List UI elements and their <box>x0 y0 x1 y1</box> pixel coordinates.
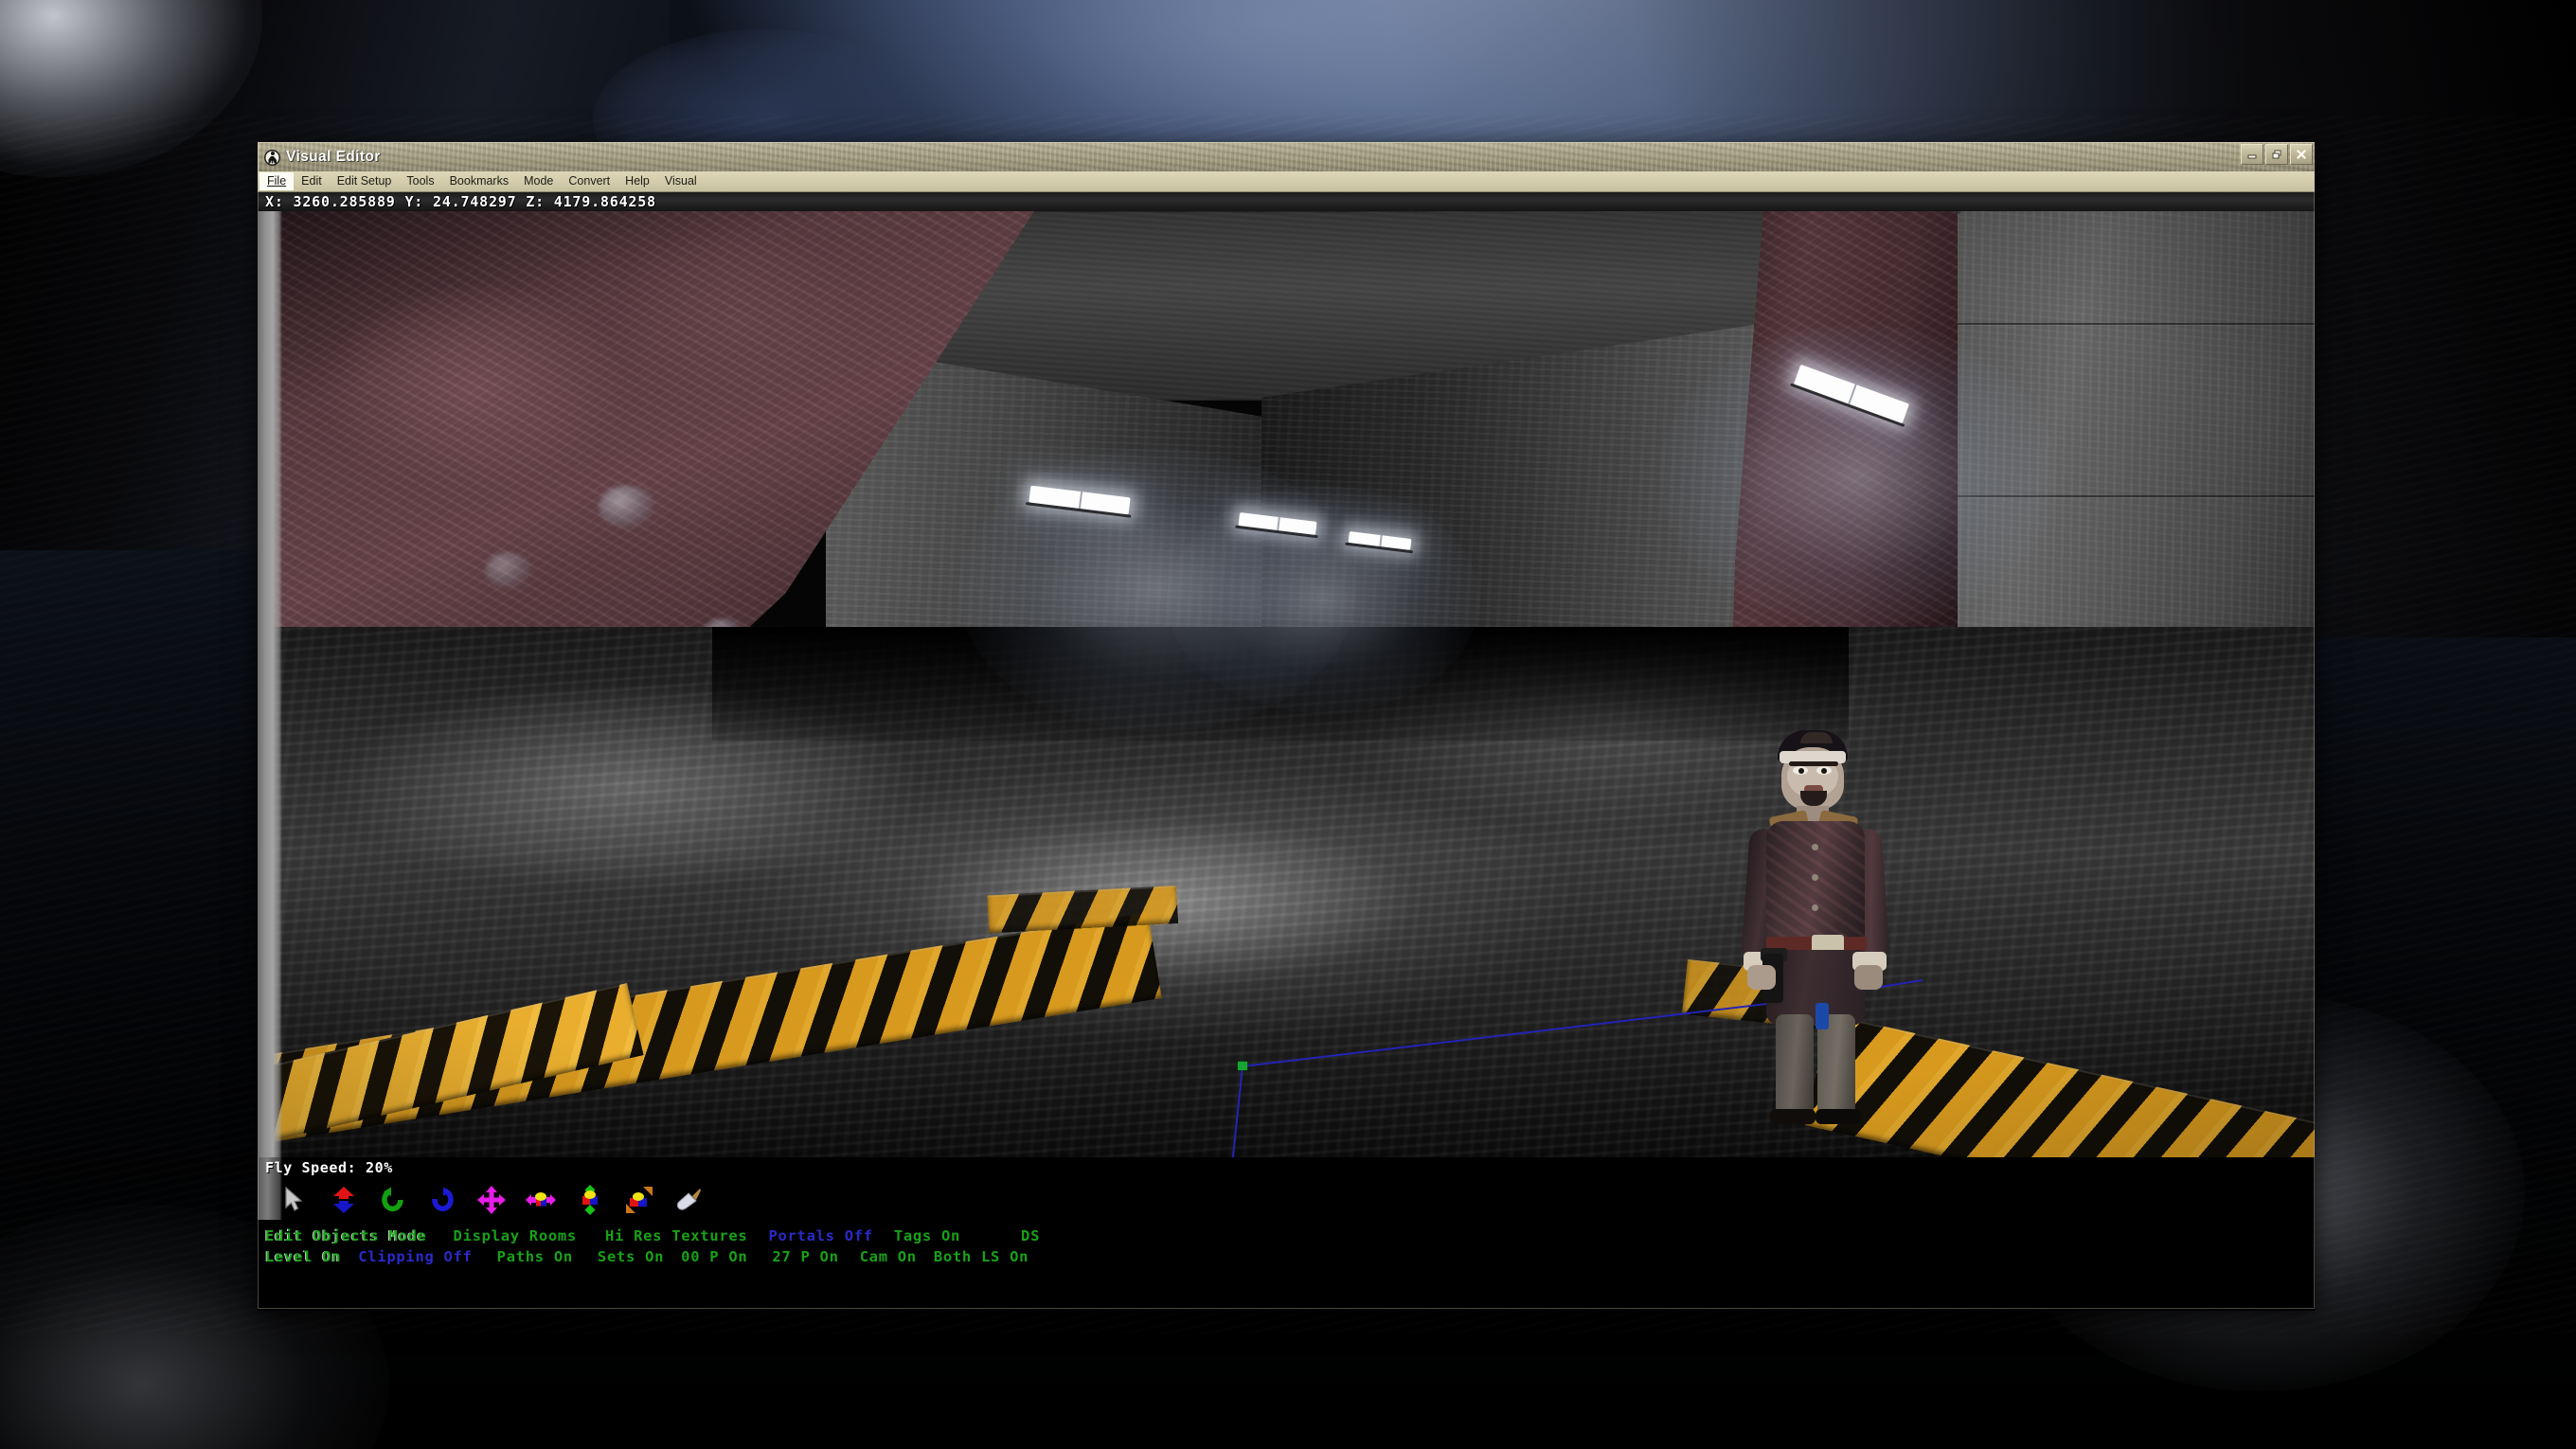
four-way-arrows-icon <box>477 1186 506 1214</box>
window-controls[interactable] <box>2241 144 2313 165</box>
npc-leg-left <box>1776 1014 1814 1117</box>
status-tags[interactable]: Tags On <box>894 1227 960 1244</box>
npc-shoe-right <box>1816 1109 1861 1124</box>
menu-item-mode-label: Mode <box>524 174 554 188</box>
3d-viewport[interactable] <box>258 211 2315 1157</box>
menu-item-edit-setup[interactable]: Edit Setup <box>330 172 400 190</box>
menu-item-convert[interactable]: Convert <box>561 172 617 190</box>
status-paths[interactable]: Paths On <box>497 1248 573 1265</box>
npc-hand-right <box>1854 965 1883 990</box>
status-portals[interactable]: Portals Off <box>768 1227 872 1244</box>
status-edit-objects-mode[interactable]: Edit Objects Mode <box>265 1227 427 1244</box>
menu-item-mode[interactable]: Mode <box>516 172 561 190</box>
menu-item-tools[interactable]: Tools <box>399 172 441 190</box>
menu-item-bookmarks-label: Bookmarks <box>449 174 510 188</box>
status-level[interactable]: Level On <box>265 1248 341 1265</box>
paintbrush-icon <box>675 1188 702 1212</box>
npc-pupil-right <box>1821 768 1827 774</box>
fly-speed-readout: Fly Speed: 20% <box>265 1159 393 1176</box>
scale-vertical-tool[interactable] <box>576 1185 604 1215</box>
menu-item-bookmarks[interactable]: Bookmarks <box>442 172 517 190</box>
bottom-panel: Fly Speed: 20% Edit Objects Mode Display… <box>258 1157 2315 1311</box>
path-node[interactable] <box>1238 1062 1247 1070</box>
coordinate-bar: X: 3260.285889 Y: 24.748297 Z: 4179.8642… <box>258 192 2315 211</box>
status-ds[interactable]: DS <box>1021 1227 1040 1244</box>
npc-brow <box>1789 761 1838 766</box>
coordinate-readout: X: 3260.285889 Y: 24.748297 Z: 4179.8642… <box>265 193 656 210</box>
menu-item-convert-label: Convert <box>568 174 611 188</box>
menu-item-visual[interactable]: Visual <box>657 172 705 190</box>
title-bar[interactable]: Visual Editor <box>258 142 2315 171</box>
move-free-tool[interactable] <box>477 1186 506 1214</box>
menu-item-help-label: Help <box>625 174 650 188</box>
restore-button[interactable] <box>2265 144 2288 165</box>
status-line-2: Level On Clipping Off Paths On Sets On 0… <box>265 1248 1029 1265</box>
status-27-p[interactable]: 27 P On <box>772 1248 838 1265</box>
status-sets[interactable]: Sets On <box>598 1248 664 1265</box>
rotate-ccw-tool[interactable] <box>379 1186 407 1214</box>
axis-vertical-icon <box>579 1185 601 1215</box>
window-title: Visual Editor <box>286 149 381 165</box>
floor-far-shadow <box>712 627 1849 741</box>
npc-holster <box>1816 1003 1829 1029</box>
npc-shoe-left <box>1770 1109 1816 1124</box>
status-cam[interactable]: Cam On <box>860 1248 917 1265</box>
status-display-rooms[interactable]: Display Rooms <box>454 1227 577 1244</box>
npc-pupil-left <box>1798 768 1804 774</box>
axis-horizontal-icon <box>526 1188 556 1212</box>
rotate-green-icon <box>381 1187 405 1213</box>
rotate-blue-icon <box>430 1187 455 1213</box>
menu-item-edit-label: Edit <box>301 174 322 188</box>
up-down-arrows-icon <box>331 1186 356 1214</box>
menu-item-edit-setup-label: Edit Setup <box>336 174 392 188</box>
menu-item-file-label: File <box>267 174 287 188</box>
status-hi-res-textures[interactable]: Hi Res Textures <box>605 1227 747 1244</box>
menu-bar[interactable]: File Edit Edit Setup Tools Bookmarks Mod… <box>258 171 2315 192</box>
close-button[interactable] <box>2290 144 2313 165</box>
move-vertical-tool[interactable] <box>330 1186 358 1214</box>
npc-hand-left <box>1747 965 1776 990</box>
scale-diagonal-tool[interactable] <box>625 1186 653 1214</box>
menu-item-visual-label: Visual <box>664 174 697 188</box>
select-arrow-tool[interactable] <box>280 1186 309 1214</box>
viewport-left-frame <box>258 211 282 1157</box>
npc-coat-button <box>1812 904 1818 911</box>
npc-hair-highlight <box>1800 732 1833 743</box>
scale-horizontal-tool[interactable] <box>526 1186 556 1214</box>
npc-coat-button <box>1812 844 1818 850</box>
visual-editor-window[interactable]: Visual Editor File Edit Edit Setup Tools <box>258 142 2315 1311</box>
menu-item-file[interactable]: File <box>259 172 295 190</box>
3d-scene <box>258 211 2315 1157</box>
npc-leg-right <box>1817 1014 1855 1117</box>
npc-coat-button <box>1812 874 1818 881</box>
menu-item-tools-label: Tools <box>406 174 435 188</box>
status-line-1: Edit Objects Mode Display Rooms Hi Res T… <box>265 1227 1040 1244</box>
npc-character[interactable] <box>1721 730 1901 1128</box>
editor-toolbar[interactable] <box>280 1184 703 1216</box>
status-both-ls[interactable]: Both LS On <box>934 1248 1029 1265</box>
app-icon <box>264 149 280 166</box>
menu-item-edit[interactable]: Edit <box>294 172 330 190</box>
cursor-arrow-icon <box>283 1187 306 1213</box>
paint-tool[interactable] <box>674 1186 703 1214</box>
menu-item-help[interactable]: Help <box>617 172 657 190</box>
axis-diagonal-icon <box>625 1186 653 1214</box>
status-clipping[interactable]: Clipping Off <box>358 1248 472 1265</box>
minimize-button[interactable] <box>2241 144 2263 165</box>
status-00-p[interactable]: 00 P On <box>681 1248 747 1265</box>
rotate-cw-tool[interactable] <box>428 1186 456 1214</box>
viewport-container[interactable] <box>258 211 2315 1157</box>
